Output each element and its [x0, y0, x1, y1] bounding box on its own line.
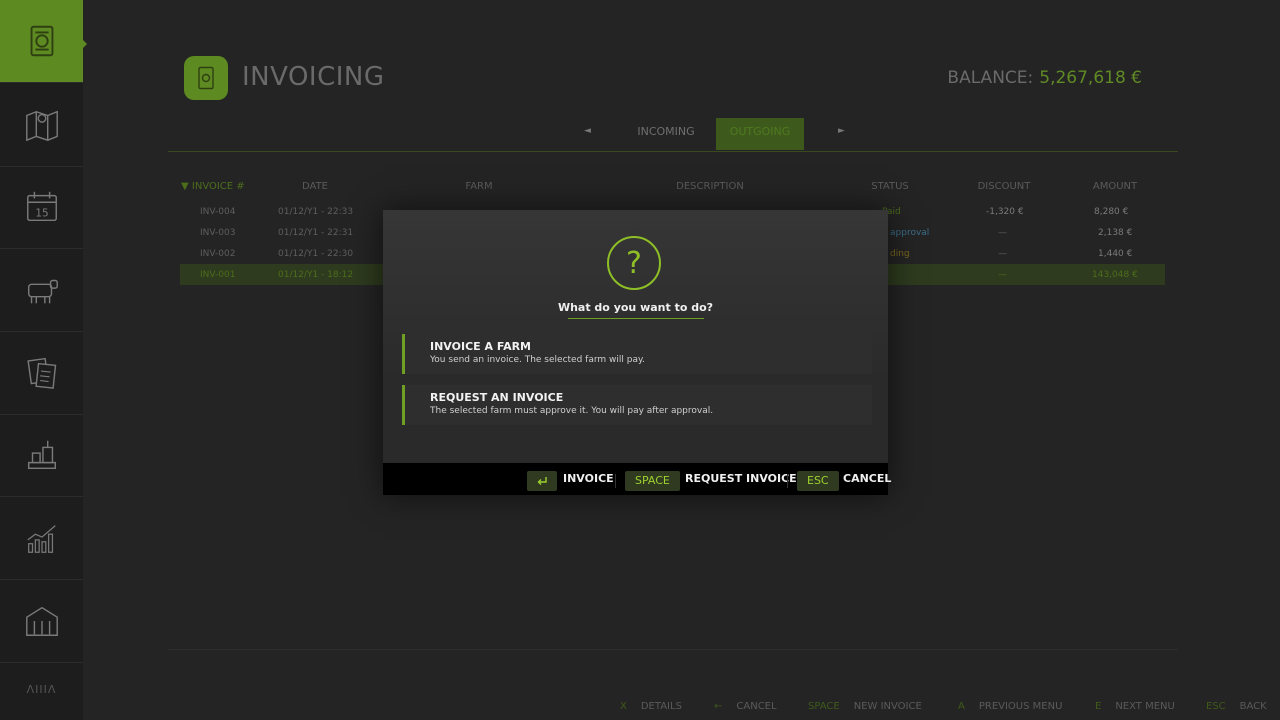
sidebar-item-animals[interactable] — [0, 249, 83, 332]
cell-date: 01/12/Y1 - 22:33 — [278, 207, 354, 217]
footer-hint-new-invoice[interactable]: SPACE NEW INVOICE — [808, 701, 922, 712]
tab-divider — [168, 151, 1178, 152]
column-header-description[interactable]: DESCRIPTION — [660, 181, 760, 192]
tab-prev-arrow-icon[interactable]: ◄ — [584, 126, 591, 136]
contracts-icon — [26, 357, 56, 389]
action-separator — [615, 474, 616, 488]
option-title: REQUEST AN INVOICE — [430, 391, 564, 404]
cow-icon — [27, 279, 58, 304]
cell-amount: 1,440 € — [1098, 249, 1133, 259]
key-hint: X — [620, 701, 627, 712]
cell-status: approval — [890, 228, 930, 238]
dialog-action-bar: INVOICE SPACE REQUEST INVOICE ESC CANCEL — [383, 463, 891, 495]
cell-invoice: INV-002 — [200, 249, 236, 259]
sidebar-item-invoicing[interactable] — [0, 0, 87, 83]
key-hint: ESC — [1206, 701, 1226, 712]
cell-invoice: INV-004 — [200, 207, 236, 217]
question-icon: ? — [607, 236, 661, 290]
cell-amount: 2,138 € — [1098, 228, 1133, 238]
sort-indicator-icon: ▼ — [181, 181, 189, 192]
option-title: INVOICE A FARM — [430, 340, 532, 353]
cell-status: ding — [890, 249, 910, 259]
key-hint: ← — [714, 701, 723, 712]
invoicing-header-icon — [184, 56, 228, 100]
column-header-amount[interactable]: AMOUNT — [1080, 181, 1150, 192]
column-header-status[interactable]: STATUS — [860, 181, 920, 192]
esc-key-badge[interactable]: ESC — [797, 471, 839, 491]
tab-outgoing[interactable]: OUTGOING — [716, 118, 804, 150]
sidebar-item-contracts[interactable] — [0, 332, 83, 415]
key-hint: E — [1095, 701, 1102, 712]
space-key-badge[interactable]: SPACE — [625, 471, 680, 491]
footer-hint-cancel[interactable]: ← CANCEL — [714, 701, 777, 712]
cancel-action-label[interactable]: CANCEL — [843, 472, 891, 485]
invoice-action-label[interactable]: INVOICE — [563, 472, 614, 485]
cell-invoice: INV-001 — [200, 270, 236, 280]
map-icon — [25, 110, 58, 142]
cell-date: 01/12/Y1 - 22:31 — [278, 228, 354, 238]
footer-hint-next-menu[interactable]: E NEXT MENU — [1095, 701, 1175, 712]
dialog-title: What do you want to do? — [557, 301, 714, 314]
request-invoice-action-label[interactable]: REQUEST INVOICE — [685, 472, 797, 485]
option-request-an-invoice[interactable]: REQUEST AN INVOICE The selected farm mus… — [402, 385, 872, 425]
sidebar-item-buildings[interactable] — [0, 580, 83, 663]
footer-hint-back[interactable]: ESC BACK — [1206, 701, 1267, 712]
option-description: The selected farm must approve it. You w… — [430, 406, 714, 416]
sidebar-item-calendar[interactable]: 15 — [0, 166, 83, 249]
content-bottom-divider — [168, 649, 1178, 650]
calendar-icon: 15 — [26, 191, 57, 222]
calendar-day: 15 — [35, 208, 48, 220]
cell-amount: 8,280 € — [1094, 207, 1129, 217]
page-title: INVOICING — [242, 62, 385, 92]
sidebar-item-statistics[interactable] — [0, 497, 83, 580]
barn-icon — [25, 606, 58, 636]
statistics-icon — [26, 525, 56, 553]
tab-incoming[interactable]: INCOMING — [620, 118, 712, 150]
column-header-discount[interactable]: DISCOUNT — [964, 181, 1044, 192]
balance-label: BALANCE: — [947, 68, 1034, 88]
cell-amount: 143,048 € — [1092, 270, 1138, 280]
invoice-icon — [30, 25, 53, 57]
cell-discount: -1,320 € — [986, 207, 1024, 217]
cell-discount: — — [998, 249, 1007, 259]
cell-discount: — — [998, 270, 1007, 280]
option-invoice-a-farm[interactable]: INVOICE A FARM You send an invoice. The … — [402, 334, 872, 374]
balance-value: 5,267,618 € — [1039, 68, 1142, 88]
cell-invoice: INV-003 — [200, 228, 236, 238]
cell-discount: — — [998, 228, 1007, 238]
cell-date: 01/12/Y1 - 22:30 — [278, 249, 354, 259]
option-description: You send an invoice. The selected farm w… — [430, 355, 645, 365]
balance: BALANCE: 5,267,618 € — [947, 68, 1142, 88]
footer-hint-details[interactable]: X DETAILS — [620, 701, 682, 712]
sidebar-more[interactable]: ΛΙΙΙΛ — [0, 683, 83, 696]
column-header-invoice[interactable]: ▼ INVOICE # — [181, 181, 245, 192]
active-indicator — [81, 38, 87, 50]
production-icon — [27, 440, 56, 470]
action-separator — [787, 474, 788, 488]
enter-key-icon[interactable] — [527, 471, 557, 491]
tab-next-arrow-icon[interactable]: ► — [838, 126, 845, 136]
sidebar-item-map[interactable] — [0, 84, 83, 167]
title-underline — [568, 318, 704, 319]
column-header-farm[interactable]: FARM — [454, 181, 504, 192]
key-hint: SPACE — [808, 701, 840, 712]
footer-hint-previous-menu[interactable]: A PREVIOUS MENU — [958, 701, 1062, 712]
action-dialog: ? What do you want to do? INVOICE A FARM… — [383, 210, 891, 495]
cell-date: 01/12/Y1 - 18:12 — [278, 270, 354, 280]
key-hint: A — [958, 701, 965, 712]
column-header-date[interactable]: DATE — [290, 181, 340, 192]
sidebar: 15 ΛΙΙΙΛ — [0, 0, 87, 720]
sidebar-item-production[interactable] — [0, 414, 83, 497]
